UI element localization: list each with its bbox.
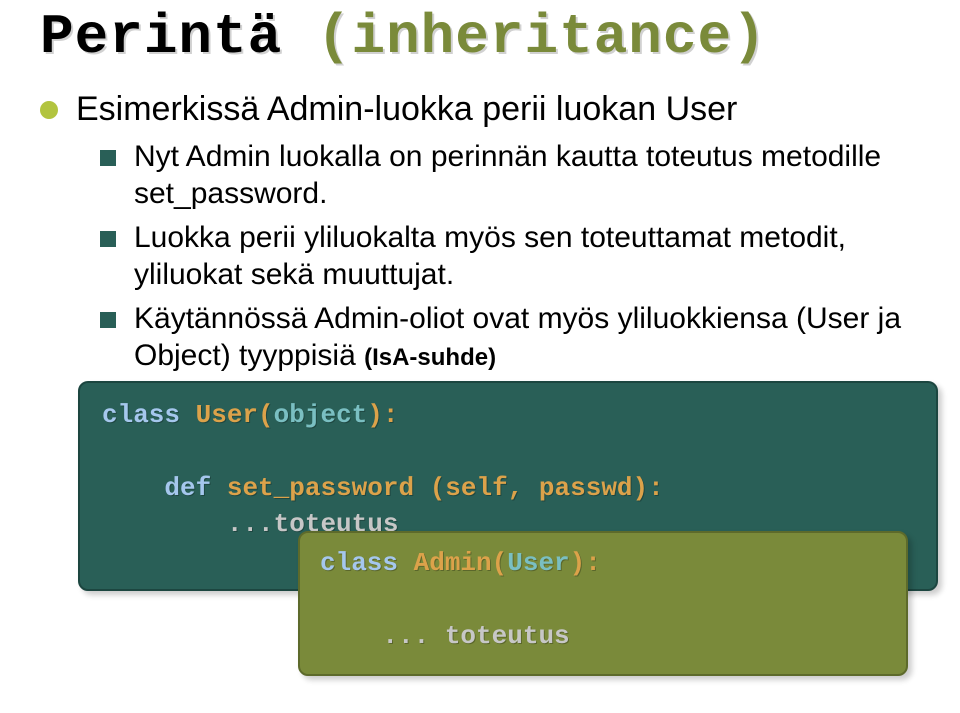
sub-text-3: Käytännössä Admin-oliot ovat myös yliluo… (134, 300, 920, 375)
parent-class: object (274, 400, 368, 430)
kw-def: def (164, 473, 226, 503)
paren-open: ( (492, 548, 508, 578)
bullet-text: Esimerkissä Admin-luokka perii luokan Us… (76, 89, 737, 130)
class-body: ... toteutus (382, 621, 569, 651)
paren-close: ): (570, 548, 601, 578)
kw-class: class (320, 548, 414, 578)
class-name: User (196, 400, 258, 430)
code-admin: class Admin(User): ... toteutus (320, 545, 886, 654)
parent-class: User (507, 548, 569, 578)
class-name: Admin (414, 548, 492, 578)
square-icon (100, 312, 116, 328)
paren-close: ): (367, 400, 398, 430)
indent (102, 473, 164, 503)
code-user: class User(object): def set_password (se… (102, 397, 914, 543)
body-indent (320, 621, 382, 651)
sub-item-2: Luokka perii yliluokalta myös sen toteut… (100, 219, 920, 294)
method-name: set_password (227, 473, 430, 503)
code-region: class User(object): def set_password (se… (78, 381, 938, 591)
body-indent (102, 509, 227, 539)
kw-class: class (102, 400, 196, 430)
slide: Perintä (inheritance) Esimerkissä Admin-… (0, 0, 960, 591)
paren-open: ( (258, 400, 274, 430)
bullet-row: Esimerkissä Admin-luokka perii luokan Us… (40, 89, 920, 130)
bullet-icon (40, 101, 58, 119)
method-args: (self, passwd): (430, 473, 664, 503)
title-main: Perintä (40, 5, 282, 69)
slide-title: Perintä (inheritance) (40, 0, 920, 89)
sub-item-3: Käytännössä Admin-oliot ovat myös yliluo… (100, 300, 920, 375)
sub-item-1: Nyt Admin luokalla on perinnän kautta to… (100, 138, 920, 213)
isa-label: (IsA-suhde) (364, 344, 496, 371)
square-icon (100, 231, 116, 247)
sub-text-2: Luokka perii yliluokalta myös sen toteut… (134, 219, 920, 294)
square-icon (100, 150, 116, 166)
sub-text-1: Nyt Admin luokalla on perinnän kautta to… (134, 138, 920, 213)
title-paren: (inheritance) (317, 5, 767, 69)
sub-text-3-main: Käytännössä Admin-oliot ovat myös yliluo… (134, 302, 901, 373)
code-box-admin: class Admin(User): ... toteutus (298, 531, 908, 676)
